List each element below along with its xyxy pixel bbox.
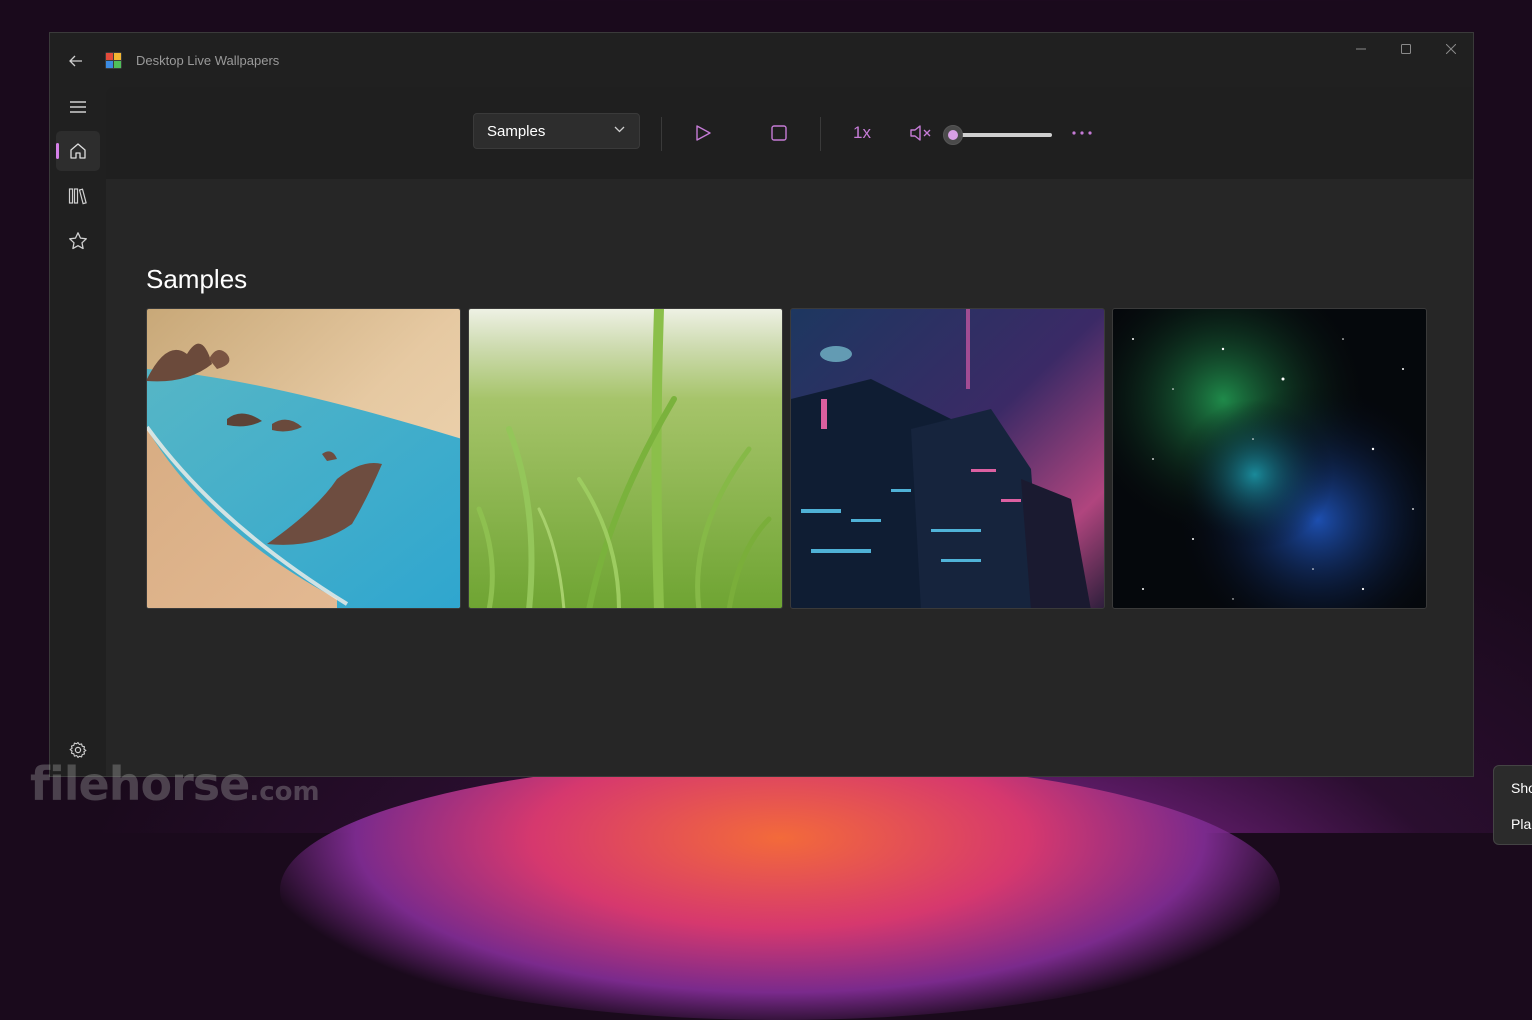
minimize-icon	[1356, 48, 1366, 50]
mute-button[interactable]	[903, 115, 939, 151]
back-button[interactable]	[62, 47, 90, 75]
nav-item-library[interactable]	[56, 176, 100, 216]
beach-thumbnail	[147, 309, 460, 608]
volume-slider[interactable]	[943, 123, 1052, 147]
arrow-left-icon	[69, 55, 82, 67]
slider-track	[952, 133, 1052, 137]
stop-icon	[771, 125, 787, 141]
window-title: Desktop Live Wallpapers	[136, 53, 280, 68]
volume-mute-icon	[910, 125, 931, 141]
star-icon	[69, 232, 87, 250]
page-title: Samples	[146, 264, 248, 295]
wallpaper-tile-grass[interactable]	[468, 308, 783, 609]
playback-toolbar: Samples 1x	[106, 87, 1473, 179]
main-content: Samples 1x Samples	[106, 87, 1473, 776]
wallpaper-tile-beach[interactable]	[146, 308, 461, 609]
title-bar: Desktop Live Wallpapers	[50, 33, 1473, 87]
toolbar-divider	[820, 117, 821, 151]
wallpaper-tile-space[interactable]	[1112, 308, 1427, 609]
home-icon	[70, 143, 86, 159]
maximize-icon	[1401, 44, 1411, 54]
chevron-down-icon	[614, 126, 625, 133]
tray-context-menu: Sho Pla	[1493, 765, 1532, 845]
nav-item-favorites[interactable]	[56, 221, 100, 261]
space-thumbnail	[1113, 309, 1426, 608]
nav-item-home[interactable]	[56, 131, 100, 171]
city-thumbnail	[791, 309, 1104, 608]
app-window: Desktop Live Wallpapers Samples 1x Sampl…	[49, 32, 1474, 777]
context-menu-item[interactable]: Sho	[1511, 780, 1532, 796]
nav-sidebar	[50, 87, 106, 776]
play-button[interactable]	[685, 115, 721, 151]
collection-dropdown[interactable]: Samples	[473, 113, 640, 149]
minimize-button[interactable]	[1339, 33, 1383, 65]
app-logo-icon	[105, 52, 122, 69]
watermark-text: filehorse	[30, 757, 250, 811]
watermark-suffix: .com	[249, 777, 320, 807]
desktop-background	[280, 760, 1280, 1020]
toolbar-divider	[661, 117, 662, 151]
play-icon	[696, 125, 711, 141]
speed-label: 1x	[853, 123, 871, 142]
speed-button[interactable]: 1x	[844, 115, 880, 151]
hamburger-icon	[70, 101, 86, 113]
maximize-button[interactable]	[1384, 33, 1428, 65]
menu-toggle-button[interactable]	[56, 87, 100, 127]
close-icon	[1446, 44, 1456, 54]
library-icon	[68, 188, 87, 205]
more-options-button[interactable]	[1064, 115, 1100, 151]
close-button[interactable]	[1429, 33, 1473, 65]
grass-thumbnail	[469, 309, 782, 608]
slider-thumb[interactable]	[943, 125, 963, 145]
selection-indicator	[56, 143, 59, 159]
watermark-logo: filehorse.com	[30, 757, 320, 811]
stop-button[interactable]	[761, 115, 797, 151]
collection-selected: Samples	[487, 122, 546, 140]
more-horizontal-icon	[1072, 131, 1092, 135]
wallpaper-tile-city[interactable]	[790, 308, 1105, 609]
context-menu-item[interactable]: Pla	[1511, 816, 1531, 832]
